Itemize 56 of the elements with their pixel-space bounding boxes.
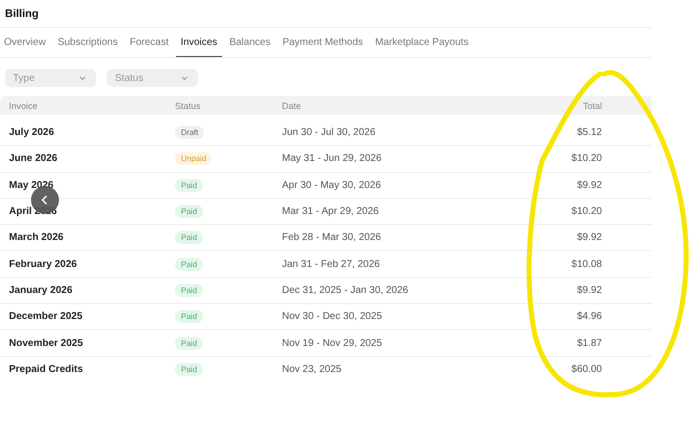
status-badge: Paid [175, 205, 204, 218]
table-cell: $5.12 [506, 118, 652, 146]
table-cell: $10.20 [506, 146, 652, 172]
status-badge: Paid [175, 284, 204, 297]
table-cell: Dec 31, 2025 - Jan 30, 2026 [273, 277, 507, 304]
table-cell: Nov 30 - Dec 30, 2025 [273, 304, 507, 330]
status-badge: Paid [175, 362, 204, 376]
table-cell: $60.00 [506, 356, 652, 382]
table-cell: $1.87 [506, 330, 652, 356]
filter-dropdown[interactable]: Status [107, 69, 198, 87]
table-cell: $4.96 [506, 304, 652, 330]
table-cell: $9.92 [506, 277, 652, 304]
status-badge: Paid [175, 178, 204, 192]
status-badge: Unpaid [175, 152, 212, 166]
column-header: Date [273, 96, 507, 118]
chevron-down-icon [181, 76, 188, 80]
tab[interactable]: Balances [224, 28, 276, 57]
tab[interactable]: Payment Methods [277, 28, 368, 57]
column-header: Total [506, 96, 652, 118]
table-cell: $10.08 [506, 250, 652, 278]
table-cell: $9.92 [506, 224, 652, 251]
table-cell: December 2025 [0, 304, 166, 330]
tab[interactable]: Invoices [176, 28, 222, 57]
table-cell: July 2026 [0, 118, 166, 146]
table-cell: Nov 23, 2025 [273, 356, 507, 382]
table-cell: January 2026 [0, 277, 166, 304]
tab[interactable]: Marketplace Payouts [370, 28, 474, 57]
tab[interactable]: Forecast [124, 28, 174, 57]
status-badge: Draft [175, 126, 204, 140]
column-header: Status [166, 96, 273, 118]
table-cell: Apr 30 - May 30, 2026 [273, 172, 507, 198]
table-cell: Jan 31 - Feb 27, 2026 [273, 250, 507, 278]
table-cell: Prepaid Credits [0, 356, 166, 382]
table-cell: November 2025 [0, 330, 166, 356]
table-cell: June 2026 [0, 146, 166, 172]
page-title: Billing [0, 0, 652, 28]
column-header: Invoice [0, 96, 166, 118]
table-cell: Mar 31 - Apr 29, 2026 [273, 198, 507, 225]
table-cell: Jun 30 - Jul 30, 2026 [273, 118, 507, 146]
filter-dropdown[interactable]: Type [5, 69, 96, 87]
table-cell: February 2026 [0, 250, 166, 278]
table-cell: March 2026 [0, 224, 166, 251]
tab[interactable]: Overview [0, 28, 51, 57]
status-badge: Paid [175, 336, 204, 350]
status-badge: Paid [175, 258, 204, 271]
table-cell: $10.20 [506, 198, 652, 225]
status-badge: Paid [175, 310, 204, 324]
table-cell: May 31 - Jun 29, 2026 [273, 146, 507, 172]
chevron-down-icon [79, 76, 86, 80]
table-cell: Nov 19 - Nov 29, 2025 [273, 330, 507, 356]
table-cell: Feb 28 - Mar 30, 2026 [273, 224, 507, 251]
status-badge: Paid [175, 231, 204, 244]
table-cell: $9.92 [506, 172, 652, 198]
tab[interactable]: Subscriptions [52, 28, 123, 57]
dropdown-placeholder: Status [115, 72, 144, 84]
dropdown-placeholder: Type [13, 72, 35, 84]
